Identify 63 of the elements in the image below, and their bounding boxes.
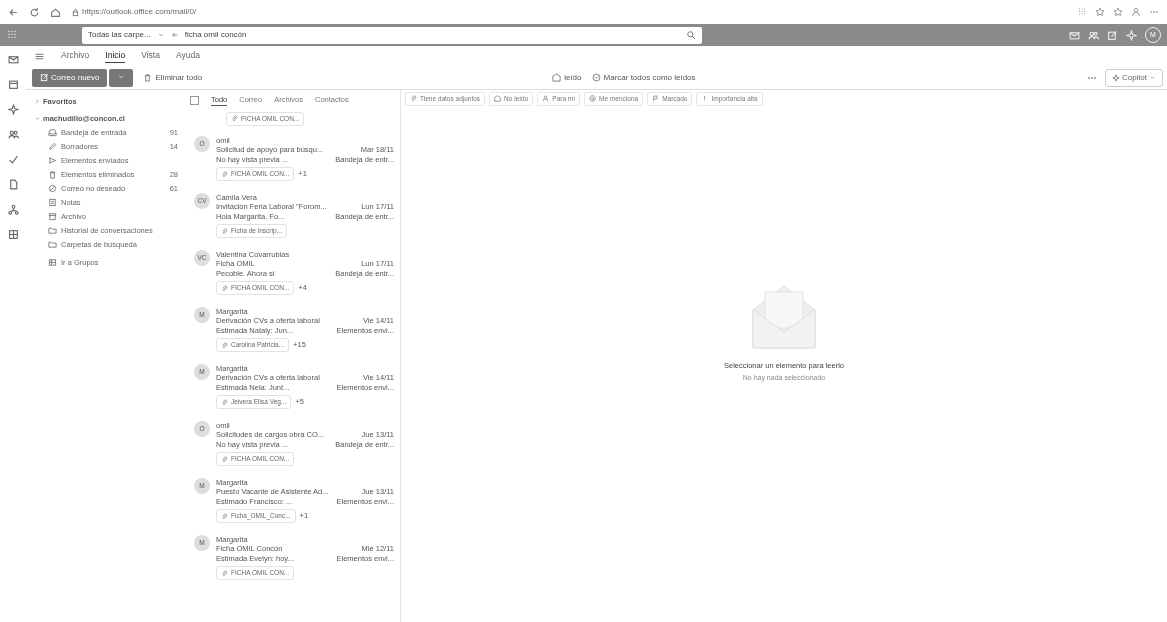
chevron-icon (34, 98, 41, 106)
envelope-drawing (749, 284, 819, 350)
pencil-icon (48, 142, 57, 151)
ribbon-tab[interactable]: Ayuda (175, 49, 200, 63)
new-mail-button[interactable]: Correo nuevo (32, 68, 108, 87)
sparkle-icon[interactable] (7, 104, 19, 115)
note-icon (48, 198, 57, 207)
delete-all-button[interactable]: Eliminar todo (143, 71, 203, 84)
url-text[interactable]: https://outlook.office.com/mail/0/ (82, 6, 197, 18)
paperclip-icon (221, 398, 228, 406)
favorites-icon[interactable] (1113, 7, 1123, 17)
read-button[interactable]: leído (552, 71, 582, 84)
paperclip-icon (221, 512, 228, 520)
trash-icon (143, 73, 153, 82)
app-launcher-icon[interactable] (6, 29, 18, 41)
paperclip-icon (221, 284, 228, 292)
search-field[interactable]: Todas las carpe... ficha omil concón (82, 26, 702, 44)
check-icon[interactable] (7, 154, 19, 165)
caret-icon (1149, 74, 1156, 81)
star-icon[interactable] (1095, 7, 1105, 17)
search-scope[interactable]: Todas las carpe... (88, 29, 151, 41)
groups-icon (48, 258, 57, 267)
search-query[interactable]: ficha omil concón (184, 29, 247, 41)
lock-icon (71, 7, 80, 17)
mark-all-read-button[interactable]: Marcar todos como leídos (591, 71, 696, 84)
mail-icon[interactable] (7, 54, 19, 65)
back-arrow-icon[interactable] (8, 6, 19, 18)
ribbon-tab[interactable]: Vista (141, 49, 160, 63)
paperclip-icon (221, 227, 228, 235)
paperclip-icon (221, 569, 228, 577)
search-icon[interactable] (686, 30, 696, 40)
new-mail-dropdown[interactable] (109, 68, 134, 87)
back-arrow-icon (170, 31, 179, 39)
paperclip-icon (231, 115, 238, 123)
select-all-checkbox[interactable] (190, 95, 199, 105)
sparkle-icon (1112, 73, 1121, 82)
ribbon-tab[interactable]: Archivo (61, 49, 90, 63)
trash-icon (48, 170, 57, 179)
copilot-button[interactable]: Copilot (1105, 68, 1163, 87)
box-icon (48, 212, 57, 221)
calendar-icon[interactable] (7, 79, 19, 90)
reload-icon[interactable] (29, 6, 40, 18)
paperclip-icon (410, 95, 417, 103)
check-circle-icon (591, 73, 601, 82)
people-icon[interactable] (7, 129, 19, 140)
compose-icon (40, 73, 49, 82)
flag-icon (652, 95, 660, 103)
ribbon-tab[interactable]: Inicio (105, 48, 126, 64)
paperclip-icon (221, 455, 228, 463)
org-chart-icon[interactable] (7, 204, 19, 215)
at-icon (589, 95, 597, 103)
chevron-icon (34, 115, 41, 123)
home-icon[interactable] (50, 6, 61, 18)
person-icon (542, 95, 550, 103)
block-icon (48, 184, 57, 193)
paperclip-icon (221, 170, 228, 178)
profile-icon[interactable] (1131, 7, 1141, 17)
inbox-icon (48, 128, 57, 137)
apps-icon[interactable] (7, 229, 19, 240)
paperclip-icon (221, 341, 228, 349)
caret-icon (156, 31, 165, 39)
document-icon[interactable] (7, 179, 19, 190)
send-icon (48, 156, 57, 165)
